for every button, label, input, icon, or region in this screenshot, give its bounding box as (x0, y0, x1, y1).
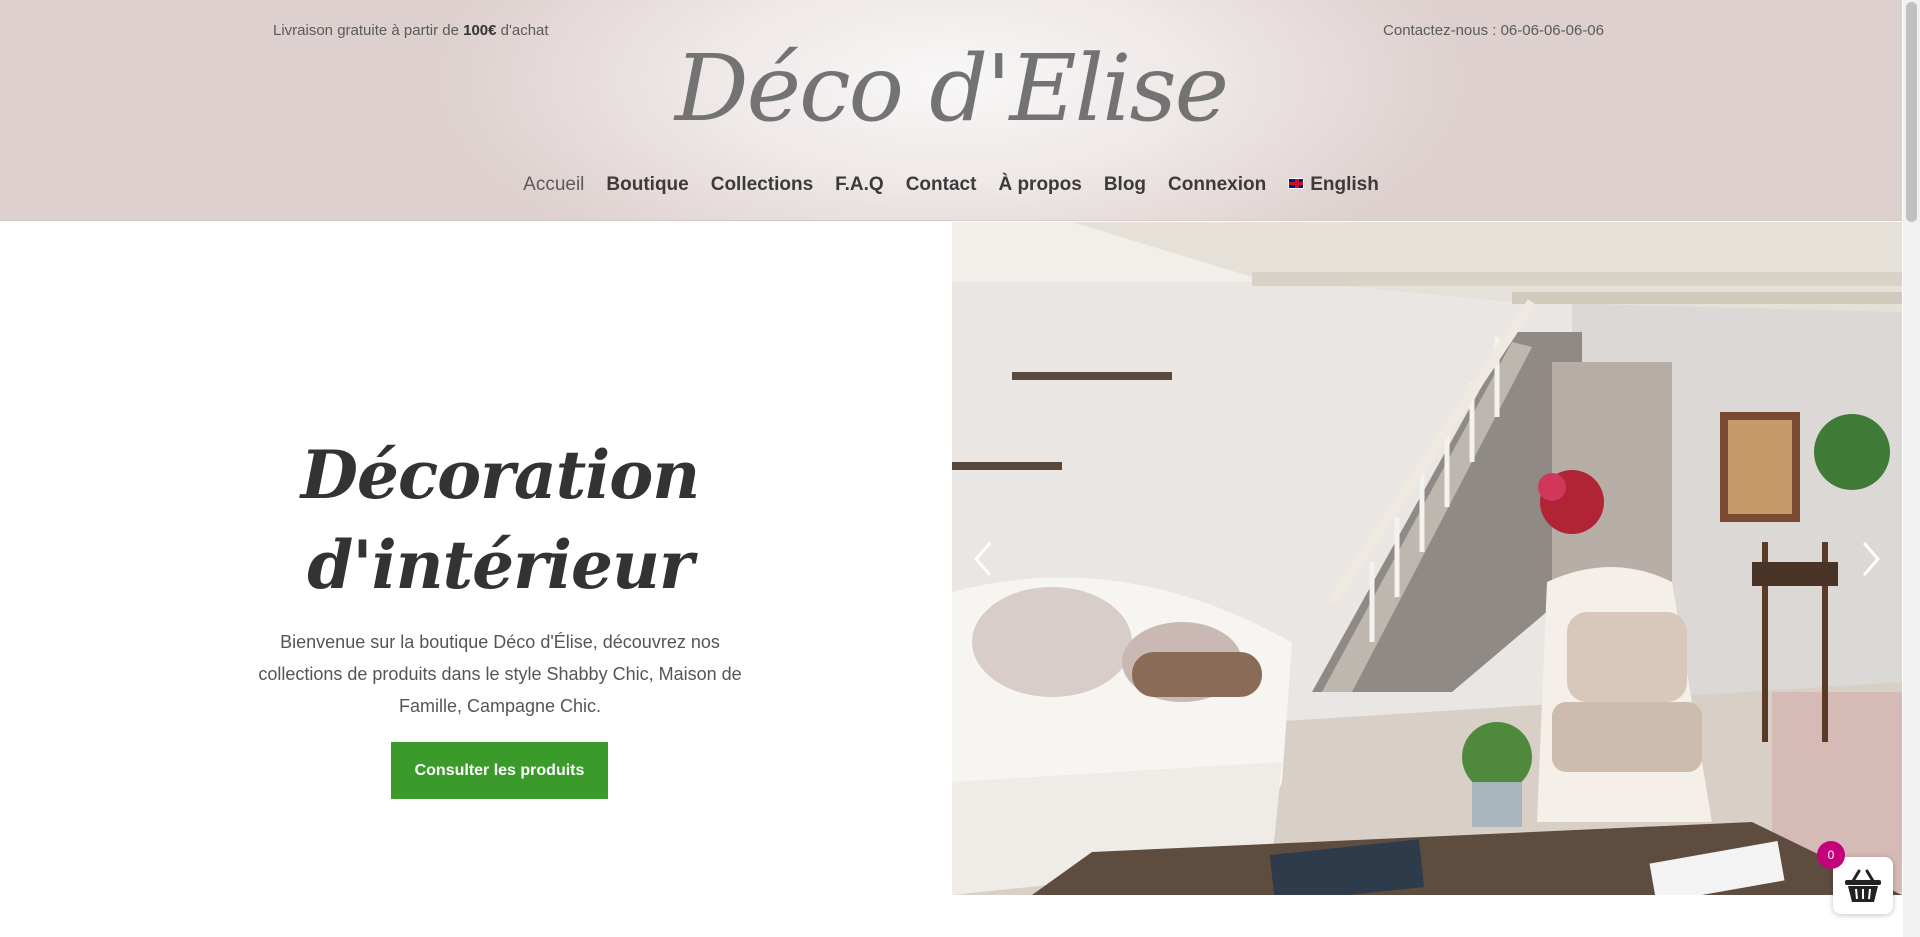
chevron-left-icon (974, 542, 992, 576)
slider-next-button[interactable] (1860, 538, 1882, 587)
page-scrollbar[interactable] (1903, 0, 1920, 937)
slider-prev-button[interactable] (972, 538, 994, 587)
nav-item-connexion[interactable]: Connexion (1168, 174, 1266, 196)
site-header: Livraison gratuite à partir de 100€ d'ac… (0, 0, 1902, 221)
hero-title: Décoration d'intérieur (300, 436, 701, 604)
main-nav: Accueil Boutique Collections F.A.Q Conta… (0, 174, 1902, 196)
uk-flag-icon (1288, 178, 1305, 189)
nav-item-boutique[interactable]: Boutique (606, 174, 688, 196)
nav-item-collections[interactable]: Collections (711, 174, 813, 196)
view-products-button[interactable]: Consulter les produits (391, 742, 608, 799)
nav-item-accueil[interactable]: Accueil (523, 174, 584, 196)
cart-button[interactable] (1833, 857, 1893, 914)
hero-slider (952, 222, 1902, 895)
cart-count-badge: 0 (1817, 841, 1845, 869)
scrollbar-thumb[interactable] (1906, 2, 1917, 222)
nav-item-a-propos[interactable]: À propos (998, 174, 1081, 196)
site-logo[interactable]: Déco d'Elise (0, 36, 1902, 142)
basket-icon (1845, 869, 1881, 902)
hero-description: Bienvenue sur la boutique Déco d'Élise, … (258, 632, 742, 716)
nav-item-english[interactable]: English (1288, 174, 1379, 196)
living-room-photo (952, 222, 1902, 895)
nav-item-faq[interactable]: F.A.Q (835, 174, 884, 196)
nav-item-contact[interactable]: Contact (906, 174, 977, 196)
chevron-right-icon (1862, 542, 1880, 576)
nav-item-blog[interactable]: Blog (1104, 174, 1146, 196)
